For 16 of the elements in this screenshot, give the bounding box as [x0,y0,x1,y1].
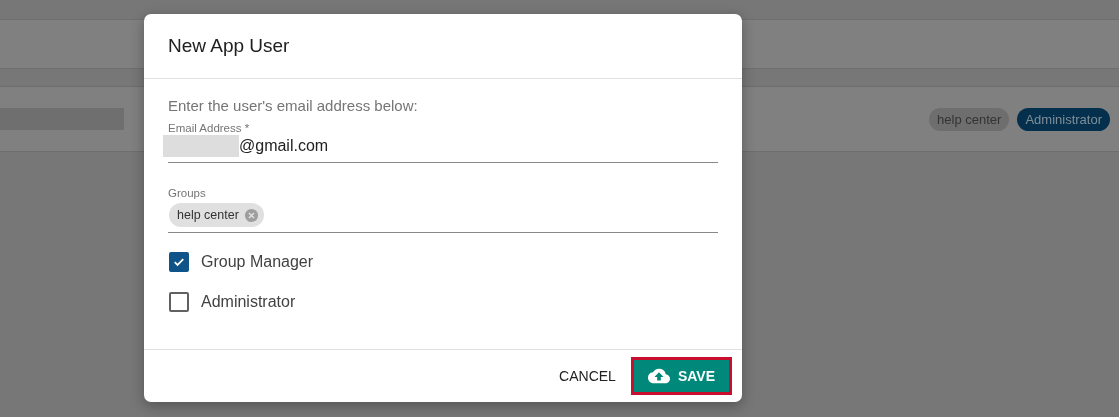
checkbox[interactable] [169,292,189,312]
field-value: @gmail.com [239,137,329,155]
tag: Administrator [1017,107,1110,131]
field-label: Groups [168,187,206,199]
instructions-text: Enter the user's email address below: [168,97,418,114]
checkbox-label: Administrator [201,293,296,311]
cancel-button[interactable]: CANCEL [555,362,620,390]
dialog-title: New App User [168,35,290,57]
checkbox-label: Group Manager [201,253,314,271]
checkbox[interactable] [169,252,189,272]
field-label: Email Address * [168,122,250,134]
email-field[interactable]: Email Address * @gmail.com [168,114,718,163]
tag: help center [929,107,1010,131]
groups-field[interactable]: Groups help center [168,179,718,233]
chip-label: help center [177,208,239,222]
save-button[interactable]: SAVE [630,357,732,395]
